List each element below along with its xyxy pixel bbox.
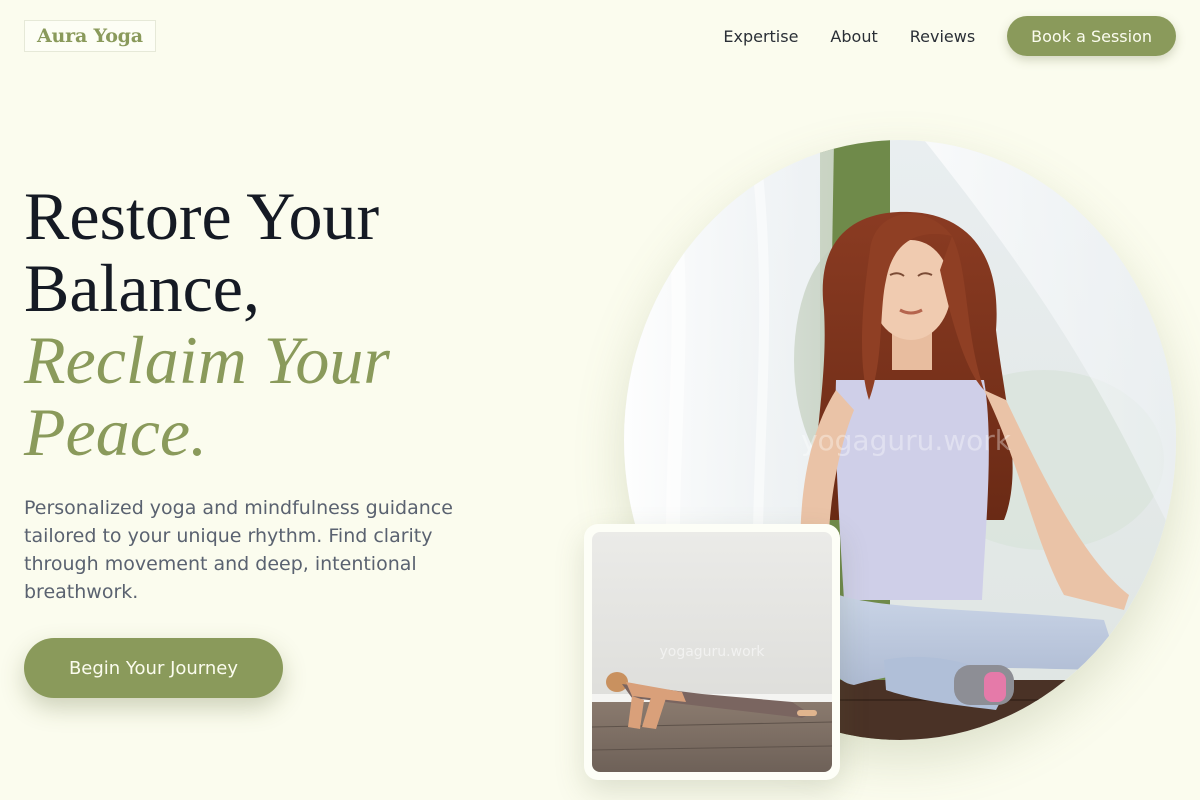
main-nav: Expertise About Reviews Book a Session (723, 16, 1176, 56)
hero-title-accent-line-1: Reclaim Your (24, 322, 390, 398)
nav-link-expertise[interactable]: Expertise (723, 27, 798, 46)
plank-illustration: yogaguru.work (592, 532, 832, 772)
plank-pose-card: yogaguru.work (584, 524, 840, 780)
nav-link-about[interactable]: About (830, 27, 877, 46)
secondary-image-watermark: yogaguru.work (659, 644, 765, 660)
nav-link-reviews[interactable]: Reviews (910, 27, 975, 46)
hero-title-line-2: Balance, (24, 250, 260, 326)
plank-pose-image: yogaguru.work (592, 532, 832, 772)
book-session-button[interactable]: Book a Session (1007, 16, 1176, 56)
hero-title-accent-line-2: Peace. (24, 394, 208, 470)
hero-description: Personalized yoga and mindfulness guidan… (24, 497, 453, 603)
begin-journey-button[interactable]: Begin Your Journey (24, 638, 283, 698)
main-image-watermark: yogaguru.work (801, 424, 1012, 457)
landing-page: Aura Yoga Expertise About Reviews Book a… (0, 0, 1200, 800)
hero-title: Restore Your Balance, Reclaim Your Peace… (24, 180, 544, 468)
hero-title-line-1: Restore Your (24, 178, 380, 254)
brand-logo[interactable]: Aura Yoga (24, 20, 156, 52)
